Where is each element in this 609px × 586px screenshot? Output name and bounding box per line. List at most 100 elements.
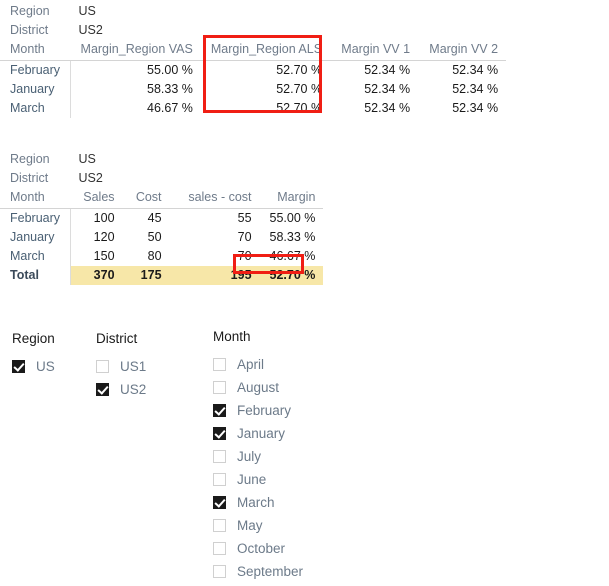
checkbox-unchecked-icon[interactable] xyxy=(213,473,226,486)
slicer-item-label: July xyxy=(237,448,262,464)
row-caption: March xyxy=(0,99,72,118)
slicer-item-june[interactable]: June xyxy=(213,468,303,491)
column-header: Sales xyxy=(83,190,115,204)
table-row: February 55.00 % 52.70 % 52.34 % 52.34 % xyxy=(0,60,506,80)
column-header: Margin VV 1 xyxy=(341,42,411,56)
margin-pivot-grid: Region US District US2 Month Margin_Regi… xyxy=(0,2,507,118)
checkbox-checked-icon[interactable] xyxy=(96,383,109,396)
slicer-item-label: US2 xyxy=(120,381,147,397)
cell-value: 58.33 % xyxy=(269,230,316,244)
axis-value-region: US xyxy=(78,152,96,166)
spacer-cell xyxy=(418,21,506,40)
detail-pivot-grid: Region US District US2 Month Sales Cost … xyxy=(0,150,324,285)
slicer-month: Month April August February January July… xyxy=(213,328,303,583)
cell-value: 52.34 % xyxy=(452,63,499,77)
axis-label-district: District xyxy=(10,171,49,185)
checkbox-unchecked-icon[interactable] xyxy=(213,358,226,371)
row-caption: January xyxy=(0,80,72,99)
column-header: Cost xyxy=(135,190,162,204)
cell-value: 55.00 % xyxy=(269,211,316,225)
slicer-item-april[interactable]: April xyxy=(213,353,303,376)
checkbox-checked-icon[interactable] xyxy=(213,427,226,440)
axis-label-month: Month xyxy=(10,42,45,56)
table-row: March 46.67 % 52.70 % 52.34 % 52.34 % xyxy=(0,99,506,118)
slicer-item-us[interactable]: US xyxy=(12,355,55,378)
checkbox-unchecked-icon[interactable] xyxy=(213,565,226,578)
slicer-item-us2[interactable]: US2 xyxy=(96,378,146,401)
spacer-cell xyxy=(170,169,260,188)
axis-label-region: Region xyxy=(10,4,50,18)
slicer-item-january[interactable]: January xyxy=(213,422,303,445)
spacer-cell xyxy=(123,169,170,188)
cell-value: 100 xyxy=(93,211,115,225)
slicer-item-label: September xyxy=(237,563,304,579)
total-value: 52.70 % xyxy=(259,266,324,285)
slicer-item-us1[interactable]: US1 xyxy=(96,355,146,378)
slicer-region: Region US xyxy=(12,330,55,378)
table-row: January 120 50 70 58.33 % xyxy=(0,228,323,247)
slicer-item-march[interactable]: March xyxy=(213,491,303,514)
cell-value: 52.70 % xyxy=(276,101,323,115)
cell-value: 70 xyxy=(237,249,252,263)
slicer-item-october[interactable]: October xyxy=(213,537,303,560)
column-header: Margin_Region VAS xyxy=(80,42,193,56)
slicer-item-label: June xyxy=(237,471,267,487)
column-header: Margin VV 2 xyxy=(429,42,499,56)
total-row: Total 370 175 195 52.70 % xyxy=(0,266,324,285)
slicer-item-label: August xyxy=(237,379,280,395)
checkbox-checked-icon[interactable] xyxy=(213,496,226,509)
row-caption: February xyxy=(0,208,72,228)
cell-value: 50 xyxy=(147,230,162,244)
checkbox-unchecked-icon[interactable] xyxy=(213,519,226,532)
spacer-cell xyxy=(260,150,324,169)
slicer-item-label: October xyxy=(237,540,286,556)
spacer-cell xyxy=(201,21,330,40)
table-row: February 100 45 55 55.00 % xyxy=(0,208,323,228)
checkbox-unchecked-icon[interactable] xyxy=(213,542,226,555)
slicer-item-label: April xyxy=(237,356,265,372)
table-row: January 58.33 % 52.70 % 52.34 % 52.34 % xyxy=(0,80,506,99)
slicer-item-label: February xyxy=(237,402,292,418)
cell-value: 52.70 % xyxy=(276,82,323,96)
spacer-cell xyxy=(330,2,418,21)
cell-value: 46.67 % xyxy=(147,101,193,115)
checkbox-checked-icon[interactable] xyxy=(12,360,25,373)
slicer-title-month: Month xyxy=(213,329,251,344)
checkbox-unchecked-icon[interactable] xyxy=(213,450,226,463)
spacer-cell xyxy=(330,21,418,40)
checkbox-unchecked-icon[interactable] xyxy=(96,360,109,373)
cell-value: 55.00 % xyxy=(147,63,193,77)
detail-pivot-table: Region US District US2 Month Sales Cost … xyxy=(0,150,324,285)
cell-value: 80 xyxy=(147,249,162,263)
checkbox-checked-icon[interactable] xyxy=(213,404,226,417)
slicer-item-label: US1 xyxy=(120,358,147,374)
margin-axis-row-district: District US2 xyxy=(0,21,506,40)
cell-value: 52.34 % xyxy=(452,101,499,115)
slicer-item-august[interactable]: August xyxy=(213,376,303,399)
margin-axis-row-region: Region US xyxy=(0,2,506,21)
axis-value-district: US2 xyxy=(78,23,103,37)
slicer-item-september[interactable]: September xyxy=(213,560,303,583)
total-value: 370 xyxy=(70,266,123,285)
axis-label-region: Region xyxy=(10,152,50,166)
cell-value: 150 xyxy=(93,249,115,263)
spacer-cell xyxy=(201,2,330,21)
detail-axis-row-district: District US2 xyxy=(0,169,323,188)
checkbox-unchecked-icon[interactable] xyxy=(213,381,226,394)
detail-axis-row-region: Region US xyxy=(0,150,323,169)
slicer-item-february[interactable]: February xyxy=(213,399,303,422)
slicer-district: District US1 US2 xyxy=(96,330,146,401)
slicer-item-label: May xyxy=(237,517,263,533)
row-caption: March xyxy=(0,247,72,266)
spacer-cell xyxy=(260,169,324,188)
slicer-item-may[interactable]: May xyxy=(213,514,303,537)
detail-header-row: Month Sales Cost sales - cost Margin xyxy=(0,188,323,207)
cell-value: 45 xyxy=(147,211,162,225)
axis-value-district: US2 xyxy=(78,171,103,185)
total-value: 175 xyxy=(122,266,170,285)
slicer-item-july[interactable]: July xyxy=(213,445,303,468)
axis-label-month: Month xyxy=(10,190,45,204)
column-header: Margin_Region ALS xyxy=(210,42,323,56)
cell-value: 58.33 % xyxy=(147,82,193,96)
cell-value: 52.34 % xyxy=(364,101,411,115)
